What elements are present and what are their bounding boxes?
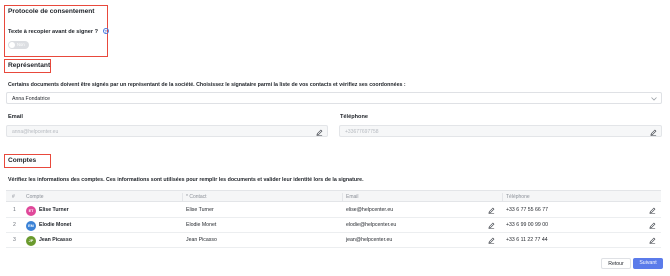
edit-icon[interactable] [488,207,495,214]
edit-icon[interactable] [650,129,657,136]
representative-description: Certains documents doivent être signés p… [8,82,406,88]
edit-icon[interactable] [649,207,656,214]
contact-name[interactable]: Jean Picasso [186,237,217,243]
next-button[interactable]: Suivant [633,258,663,269]
column-divider [182,193,183,201]
consent-title: Protocole de consentement [8,8,95,15]
column-header-phone: Téléphone [506,193,530,200]
email-label: Email [8,114,23,120]
email-value: jean@helpcenter.eu [346,237,393,243]
toggle-knob [9,42,15,48]
avatar: EM [26,220,36,231]
account-name: Jean Picasso [39,237,72,243]
row-index: 1 [13,207,16,213]
chevron-down-icon [651,97,657,101]
edit-icon[interactable] [649,237,656,244]
column-header-account: Compte [26,193,44,200]
table-row: 1 ET Elise Turner Elise Turner elise@hel… [6,203,661,218]
avatar: ET [26,205,36,216]
column-header-index: # [12,193,15,200]
representative-select[interactable]: Anna Fondatrice [6,92,662,104]
phone-field[interactable]: +33677697758 [339,125,662,137]
column-header-contact: * Contact [186,193,207,200]
email-field[interactable]: anna@helpcenter.eu [6,125,328,137]
account-name: Elise Turner [39,207,69,213]
edit-icon[interactable] [649,222,656,229]
email-value: elise@helpcenter.eu [346,207,394,213]
contact-name[interactable]: Elise Turner [186,207,214,213]
consent-question: Texte à recopier avant de signer ? ? [8,28,109,35]
column-divider [342,193,343,201]
table-row: 3 JP Jean Picasso Jean Picasso jean@help… [6,233,661,248]
accounts-title: Comptes [8,157,37,164]
account-name: Elodie Monet [39,222,72,228]
table-row: 2 EM Elodie Monet Elodie Monet elodie@he… [6,218,661,233]
consent-toggle[interactable]: Non [8,41,29,49]
phone-value: +33 6 99 00 99 00 [506,222,548,228]
email-value: elodie@helpcenter.eu [346,222,397,228]
toggle-label: Non [17,42,25,47]
help-icon[interactable]: ? [102,28,109,34]
representative-selected: Anna Fondatrice [12,96,51,102]
email-placeholder: anna@helpcenter.eu [12,129,59,135]
edit-icon[interactable] [488,237,495,244]
edit-icon[interactable] [316,129,323,136]
row-index: 2 [13,222,16,228]
phone-placeholder: +33677697758 [345,129,379,135]
back-button[interactable]: Retour [601,258,631,269]
phone-value: +33 6 77 55 66 77 [506,207,548,213]
phone-label: Téléphone [340,114,368,120]
avatar: JP [26,235,36,246]
row-index: 3 [13,237,16,243]
consent-question-text: Texte à recopier avant de signer ? [8,29,99,35]
edit-icon[interactable] [488,222,495,229]
column-header-email: Email [346,193,359,200]
contact-name[interactable]: Elodie Monet [186,222,216,228]
representative-title: Représentant [8,62,51,69]
phone-value: +33 6 11 22 77 44 [506,237,548,243]
column-divider [502,193,503,201]
accounts-description: Vérifiez les informations des comptes. C… [8,177,364,183]
table-header: # Compte * Contact Email Téléphone [6,190,661,202]
